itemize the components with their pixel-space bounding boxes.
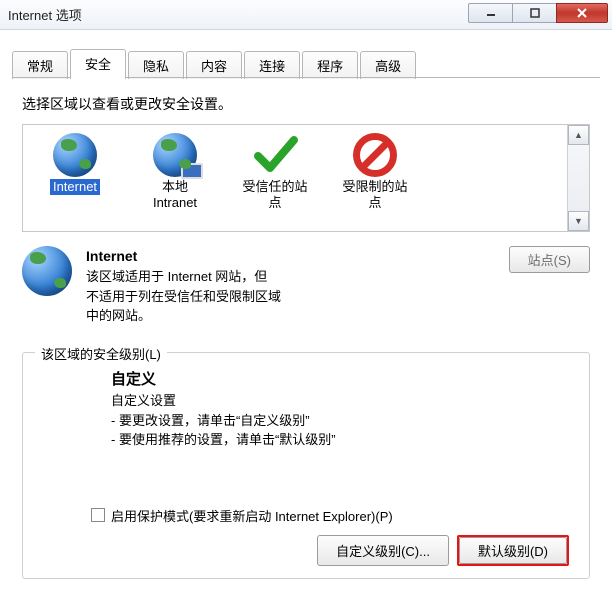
tab-general[interactable]: 常规 bbox=[12, 51, 68, 79]
protected-mode-checkbox[interactable] bbox=[91, 508, 105, 522]
sites-button[interactable]: 站点(S) bbox=[509, 246, 590, 273]
zone-label: Internet bbox=[50, 179, 100, 195]
globe-icon bbox=[22, 246, 72, 326]
check-icon bbox=[225, 131, 325, 179]
tab-advanced[interactable]: 高级 bbox=[360, 51, 416, 79]
custom-level-description: 自定义 自定义设置 - 要更改设置，请单击“自定义级别” - 要使用推荐的设置，… bbox=[111, 369, 571, 450]
zone-label: 本地 bbox=[162, 179, 188, 195]
tab-bar: 常规 安全 隐私 内容 连接 程序 高级 bbox=[0, 30, 612, 78]
custom-title: 自定义 bbox=[111, 369, 571, 392]
scroll-up-button[interactable]: ▲ bbox=[568, 125, 589, 145]
window-buttons bbox=[468, 3, 608, 23]
zone-intranet[interactable]: 本地 Intranet bbox=[125, 131, 225, 210]
tab-connections[interactable]: 连接 bbox=[244, 51, 300, 79]
zone-list: Internet 本地 Intranet 受信任的站 点 bbox=[23, 125, 567, 231]
zone-label2: 点 bbox=[325, 195, 425, 211]
zone-description: Internet 该区域适用于 Internet 网站，但 不适用于列在受信任和… bbox=[86, 246, 281, 326]
highlight-box: 默认级别(D) bbox=[457, 535, 569, 566]
zone-label: 受限制的站 bbox=[342, 179, 407, 195]
tab-programs[interactable]: 程序 bbox=[302, 51, 358, 79]
custom-hint-2: - 要使用推荐的设置，请单击“默认级别” bbox=[111, 430, 571, 450]
globe-icon bbox=[25, 131, 125, 179]
zone-trusted[interactable]: 受信任的站 点 bbox=[225, 131, 325, 210]
protected-mode-row: 启用保护模式(要求重新启动 Internet Explorer)(P) bbox=[91, 506, 571, 525]
zone-label2: 点 bbox=[225, 195, 325, 211]
custom-hint-1: - 要更改设置，请单击“自定义级别” bbox=[111, 411, 571, 431]
tab-privacy[interactable]: 隐私 bbox=[128, 51, 184, 79]
security-panel: 选择区域以查看或更改安全设置。 Internet 本地 Intranet bbox=[0, 78, 612, 585]
zone-restricted[interactable]: 受限制的站 点 bbox=[325, 131, 425, 210]
zone-desc-l2: 不适用于列在受信任和受限制区域 bbox=[86, 289, 281, 304]
titlebar: Internet 选项 bbox=[0, 0, 612, 30]
tab-content[interactable]: 内容 bbox=[186, 51, 242, 79]
zone-desc-l3: 中的网站。 bbox=[86, 308, 151, 323]
security-level-legend: 该区域的安全级别(L) bbox=[35, 344, 167, 363]
security-level-group: 该区域的安全级别(L) 自定义 自定义设置 - 要更改设置，请单击“自定义级别”… bbox=[22, 352, 590, 579]
level-buttons-row: 自定义级别(C)... 默认级别(D) bbox=[41, 535, 569, 566]
zone-label: 受信任的站 bbox=[242, 179, 307, 195]
zone-desc-title: Internet bbox=[86, 248, 137, 264]
zone-selector: Internet 本地 Intranet 受信任的站 点 bbox=[22, 124, 590, 232]
zone-internet[interactable]: Internet bbox=[25, 131, 125, 195]
scroll-down-button[interactable]: ▼ bbox=[568, 211, 589, 231]
tab-security[interactable]: 安全 bbox=[70, 49, 126, 79]
minimize-button[interactable] bbox=[468, 3, 512, 23]
zone-label2: Intranet bbox=[125, 195, 225, 211]
zone-desc-l1: 该区域适用于 Internet 网站，但 bbox=[86, 269, 267, 284]
restricted-icon bbox=[325, 131, 425, 179]
custom-level-button[interactable]: 自定义级别(C)... bbox=[317, 535, 449, 566]
default-level-button[interactable]: 默认级别(D) bbox=[459, 537, 567, 564]
maximize-button[interactable] bbox=[512, 3, 556, 23]
protected-mode-label: 启用保护模式(要求重新启动 Internet Explorer)(P) bbox=[111, 506, 393, 525]
zone-scrollbar[interactable]: ▲ ▼ bbox=[567, 125, 589, 231]
zone-description-row: Internet 该区域适用于 Internet 网站，但 不适用于列在受信任和… bbox=[22, 246, 590, 326]
intranet-icon bbox=[125, 131, 225, 179]
window-title: Internet 选项 bbox=[8, 5, 82, 24]
zone-instruction: 选择区域以查看或更改安全设置。 bbox=[22, 94, 590, 114]
custom-subtitle: 自定义设置 bbox=[111, 391, 571, 411]
scroll-track[interactable] bbox=[568, 145, 589, 211]
close-button[interactable] bbox=[556, 3, 608, 23]
